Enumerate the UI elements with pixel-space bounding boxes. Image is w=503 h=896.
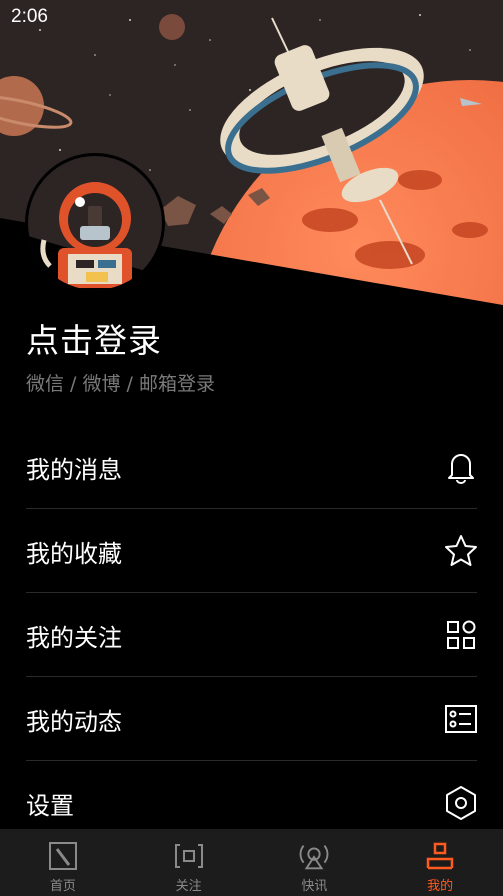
menu-item-activity[interactable]: 我的动态 bbox=[0, 677, 503, 761]
menu-item-messages[interactable]: 我的消息 bbox=[0, 425, 503, 509]
tab-label: 关注 bbox=[175, 879, 202, 894]
home-slash-icon bbox=[46, 839, 80, 873]
status-bar-time: 2:06 bbox=[11, 6, 48, 27]
hexagon-settings-icon bbox=[443, 785, 479, 821]
menu-item-label: 设置 bbox=[26, 791, 74, 820]
menu-item-following[interactable]: 我的关注 bbox=[0, 593, 503, 677]
tab-home[interactable]: 首页 bbox=[0, 829, 126, 896]
tab-mine[interactable]: 我的 bbox=[377, 829, 503, 896]
bell-icon bbox=[443, 449, 479, 485]
broadcast-icon bbox=[297, 839, 331, 873]
login-title[interactable]: 点击登录 bbox=[26, 314, 162, 362]
menu-item-label: 我的关注 bbox=[26, 623, 122, 652]
star-icon bbox=[443, 533, 479, 569]
tab-following[interactable]: 关注 bbox=[126, 829, 252, 896]
tab-label: 首页 bbox=[49, 879, 76, 894]
menu-item-favorites[interactable]: 我的收藏 bbox=[0, 509, 503, 593]
tab-label: 我的 bbox=[427, 879, 454, 894]
grid-icon bbox=[443, 617, 479, 653]
bottom-tab-bar: 首页 关注 快讯 我的 bbox=[0, 829, 503, 896]
tab-label: 快讯 bbox=[301, 879, 328, 894]
focus-bracket-icon bbox=[172, 839, 206, 873]
login-subtitle[interactable]: 微信 / 微博 / 邮箱登录 bbox=[26, 369, 215, 396]
menu-item-label: 我的收藏 bbox=[26, 539, 122, 568]
menu-item-label: 我的消息 bbox=[26, 455, 122, 484]
avatar[interactable] bbox=[25, 153, 165, 293]
menu-list: 我的消息 我的收藏 我的关注 我的动态 设置 bbox=[0, 425, 503, 845]
menu-item-label: 我的动态 bbox=[26, 707, 122, 736]
person-icon bbox=[423, 839, 457, 873]
list-card-icon bbox=[443, 701, 479, 737]
tab-news[interactable]: 快讯 bbox=[252, 829, 378, 896]
